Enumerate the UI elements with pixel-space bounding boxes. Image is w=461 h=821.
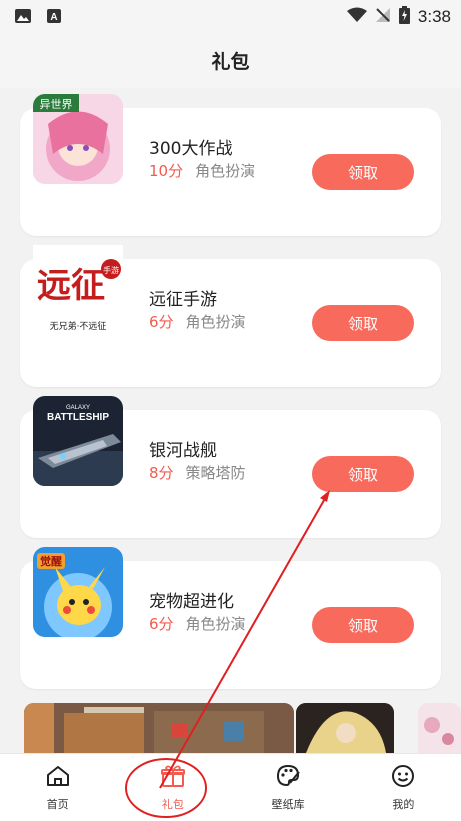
tab-label: 礼包 — [161, 797, 184, 811]
game-name: 300大作战 — [149, 139, 233, 159]
tab-wallpaper[interactable]: 壁纸库 — [231, 754, 346, 821]
banner-game-flowers[interactable] — [418, 703, 461, 753]
text-notification-icon: A — [46, 8, 62, 28]
game-meta: 10分 角色扮演 — [149, 160, 255, 181]
gift-card[interactable]: 异世界 300大作战 10分 角色扮演 领取 — [20, 94, 441, 236]
tab-gift[interactable]: 礼包 — [115, 754, 230, 821]
claim-button[interactable]: 领取 — [312, 154, 414, 190]
thumb-text: GALAXY — [66, 405, 90, 411]
tab-home[interactable]: 首页 — [0, 754, 115, 821]
thumb-text: 远征 — [37, 266, 105, 306]
game-thumbnail-pet: 觉醒 — [33, 547, 123, 637]
game-score: 6分 — [149, 313, 174, 331]
gift-card[interactable]: GALAXY BATTLESHIP 银河战舰 8分 策略塔防 领取 — [20, 396, 441, 538]
thumb-text-2: BATTLESHIP — [47, 412, 109, 423]
game-genre: 角色扮演 — [185, 313, 246, 331]
gift-card[interactable]: 远征 手游 无兄弟·不远征 远征手游 6分 角色扮演 领取 — [20, 245, 441, 387]
tab-label: 首页 — [46, 797, 69, 811]
tab-mine[interactable]: 我的 — [346, 754, 461, 821]
banner-game-anime[interactable] — [296, 703, 394, 753]
no-signal-icon — [375, 7, 391, 27]
claim-button[interactable]: 领取 — [312, 456, 414, 492]
page-title: 礼包 — [211, 50, 250, 73]
claim-button[interactable]: 领取 — [312, 607, 414, 643]
clock: 3:38 — [417, 7, 451, 26]
gift-card[interactable]: 觉醒 宠物超进化 6分 角色扮演 领取 — [20, 547, 441, 689]
smiley-icon — [390, 764, 416, 792]
gift-icon — [160, 764, 186, 792]
game-score: 8分 — [149, 464, 174, 482]
game-name: 宠物超进化 — [149, 592, 234, 612]
game-thumbnail-300: 异世界 — [33, 94, 123, 184]
game-meta: 8分 策略塔防 — [149, 462, 246, 483]
gift-list[interactable]: 异世界 300大作战 10分 角色扮演 领取 远征 手游 无兄弟·不远征 远征手… — [0, 88, 461, 753]
game-thumbnail-yuanzheng: 远征 手游 无兄弟·不远征 — [33, 245, 123, 335]
game-score: 10分 — [149, 162, 184, 180]
image-notification-icon — [14, 8, 32, 28]
game-meta: 6分 角色扮演 — [149, 311, 246, 332]
home-icon — [45, 764, 71, 792]
thumb-tag: 手游 — [103, 265, 119, 275]
battery-charging-icon — [398, 6, 410, 28]
thumb-caption: 无兄弟·不远征 — [50, 320, 107, 332]
bottom-tab-bar: 首页 礼包 壁纸库 我的 — [0, 753, 461, 821]
claim-button[interactable]: 领取 — [312, 305, 414, 341]
thumb-text: 觉醒 — [40, 554, 62, 568]
title-bar: 礼包 — [0, 32, 461, 88]
game-name: 远征手游 — [149, 290, 217, 310]
game-genre: 角色扮演 — [185, 615, 246, 633]
wifi-icon — [346, 7, 367, 27]
game-genre: 策略塔防 — [185, 464, 246, 482]
tab-label: 我的 — [392, 797, 415, 811]
game-score: 6分 — [149, 615, 174, 633]
game-name: 银河战舰 — [149, 441, 217, 461]
game-genre: 角色扮演 — [195, 162, 256, 180]
status-bar: A 3:38 — [0, 0, 461, 32]
tab-label: 壁纸库 — [271, 797, 305, 811]
game-thumbnail-galaxy: GALAXY BATTLESHIP — [33, 396, 123, 486]
palette-icon — [275, 764, 301, 792]
banner-game-strategy[interactable] — [24, 703, 294, 753]
game-meta: 6分 角色扮演 — [149, 613, 246, 634]
svg-text:A: A — [50, 12, 57, 23]
thumb-text: 异世界 — [40, 98, 73, 111]
